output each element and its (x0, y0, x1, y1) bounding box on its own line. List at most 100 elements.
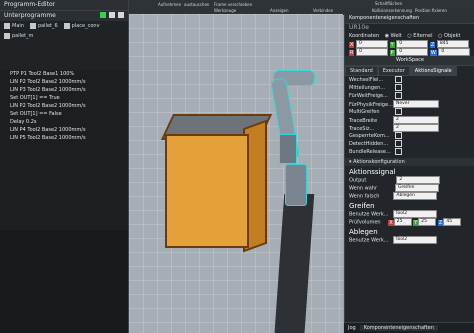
signal-checkbox[interactable] (395, 148, 402, 155)
signal-row: BundleRelease... (345, 148, 474, 156)
delete-icon[interactable] (118, 12, 124, 18)
ribbon-item-anzeigen[interactable]: Anzeigen (270, 8, 288, 13)
ribbon-item-verbinden[interactable]: Verbinden (313, 8, 333, 13)
editor-toolbar (100, 12, 124, 18)
signal-name: MultiGreifen (349, 109, 380, 115)
pruef-x[interactable]: 25 (393, 218, 412, 226)
props-header: Komponenteneigenschaften (345, 14, 474, 24)
routine-tab-pallet6[interactable]: pallet_6 (29, 23, 58, 29)
signal-value[interactable]: Never (393, 100, 439, 108)
program-line[interactable]: LIN P5 Tool2 Base2 1000mm/s (0, 134, 128, 142)
ribbon-item-schalt[interactable]: Schaltflächen (375, 1, 402, 6)
radio-objekt[interactable]: ○ Objekt (438, 33, 460, 39)
editor-title: Programm-Editor (0, 0, 128, 10)
tab-komponenteneigenschaften[interactable]: Komponenteneigenschaften (359, 325, 438, 331)
y-label: Y (389, 41, 395, 48)
radio-welt[interactable]: ◉ Welt (385, 33, 402, 39)
signal-name: FürWeitFreige... (349, 93, 388, 99)
add-icon[interactable] (100, 12, 106, 18)
robot-base[interactable] (285, 164, 307, 206)
signal-name: BundleRelease... (349, 149, 391, 155)
signal-name: DetectHidden... (349, 141, 389, 147)
x-label: X (349, 41, 355, 48)
wenn-falsch-field[interactable]: Ablegen (393, 192, 438, 200)
signal-checkbox[interactable] (395, 84, 402, 91)
benutze-row: Benutze Werk... Tool2 (345, 210, 474, 218)
ribbon-item-austauschen[interactable]: austauschen (184, 2, 209, 7)
coords-row: Koordinaten ◉ Welt ○ Elternel ○ Objekt (345, 32, 474, 40)
routine-tab-pallet-m[interactable]: pallet_m (4, 33, 33, 39)
signal-row: DetectHidden... (345, 140, 474, 148)
routine-tabs-2: pallet_m (0, 31, 128, 41)
signal-row: TraceSiz... 2 (345, 124, 474, 132)
program-editor-panel: Programm-Editor Unterprogramme Main pall… (0, 0, 129, 333)
y-field[interactable]: 0 (396, 40, 429, 48)
radio-elternel[interactable]: ○ Elternel (407, 33, 432, 39)
pallet-front (165, 134, 249, 248)
aktionssignal-title: Aktionssignal (349, 168, 396, 176)
signal-checkbox[interactable] (395, 108, 402, 115)
props-tabs: Standard Executor AktionsSignale (345, 66, 474, 76)
routine-icon (29, 23, 36, 29)
pruef-row: Prüfvolumen X 25 Y 25 Z 45 (345, 218, 474, 226)
signal-checkbox[interactable] (395, 92, 402, 99)
tab-jog[interactable]: Jog (344, 325, 360, 331)
program-line[interactable]: Set OUT[1] == False (0, 110, 128, 118)
program-line[interactable]: LIN P4 Tool2 Base2 1000mm/s (0, 126, 128, 134)
properties-panel: Komponenteneigenschaften UR10e Koordinat… (344, 14, 474, 333)
r-field[interactable]: 0 (356, 48, 389, 56)
routine-tab-main[interactable]: Main (4, 23, 24, 29)
edit-icon[interactable] (109, 12, 115, 18)
signal-checkbox[interactable] (395, 76, 402, 83)
ribbon-item-werkzeuge[interactable]: Werkzeuge (214, 8, 236, 13)
signal-checkbox[interactable] (395, 140, 402, 147)
signal-value[interactable]: 2 (393, 116, 439, 124)
ribbon-item-frame[interactable]: Frame verschieben (214, 2, 252, 7)
routine-icon (63, 23, 70, 29)
signal-row: GesperrteKom... (345, 132, 474, 140)
props-footer: Jog Komponenteneigenschaften (344, 322, 474, 333)
ribbon-item-kollision[interactable]: Kollisionserkennung (372, 8, 412, 13)
wenn-wahr-row: Wenn wahr Greifen (345, 184, 474, 192)
wenn-falsch-row: Wenn falsch Ablegen (345, 192, 474, 200)
workspace-label: WorkSpace (345, 56, 474, 66)
signal-row: WechselFlei... (345, 76, 474, 84)
greifen-title: Greifen (349, 202, 375, 210)
robot-tool[interactable] (279, 134, 297, 164)
program-line[interactable]: LIN P2 Tool2 Base2 1000mm/s (0, 78, 128, 86)
z-field[interactable]: 845 (436, 40, 469, 48)
pallet-box[interactable] (147, 114, 273, 254)
program-line[interactable]: LIN P2 Tool2 Base2 1000mm/s (0, 102, 128, 110)
routine-tab-place[interactable]: place_conv (63, 23, 100, 29)
pruef-y[interactable]: 25 (418, 218, 437, 226)
program-line[interactable]: Set OUT[1] == True (0, 94, 128, 102)
viewport-3d[interactable] (129, 14, 343, 333)
signal-row: FürPhysikFreige... Never (345, 100, 474, 108)
pruef-z[interactable]: 45 (443, 218, 462, 226)
program-line[interactable]: Delay 0.2s (0, 118, 128, 126)
tab-aktionssignale[interactable]: AktionsSignale (409, 66, 457, 76)
ablegen-benutze-row: Benutze Werk... Tool2 (345, 236, 474, 244)
ribbon-item-position[interactable]: Position fixieren (415, 8, 447, 13)
tab-standard[interactable]: Standard (345, 66, 378, 76)
ablegen-benutze-field[interactable]: Tool2 (392, 236, 437, 244)
p-field[interactable]: 0 (396, 48, 429, 56)
signal-name: GesperrteKom... (349, 133, 390, 139)
signal-row: MultiGreifen (345, 108, 474, 116)
tab-executor[interactable]: Executor (377, 66, 410, 76)
signal-checkbox[interactable] (395, 132, 402, 139)
routine-tabs: Main pallet_6 place_conv (0, 21, 128, 31)
signal-name: WechselFlei... (349, 77, 384, 83)
program-line[interactable]: LIN P3 Tool2 Base2 1000mm/s (0, 86, 128, 94)
p-label: P (389, 49, 395, 56)
wenn-wahr-field[interactable]: Greifen (395, 184, 440, 192)
ribbon-item-aufnehmen[interactable]: Aufnehmen (158, 2, 181, 7)
x-field[interactable]: 0 (356, 40, 389, 48)
output-field[interactable]: 2 (396, 176, 441, 184)
signal-value[interactable]: 2 (393, 124, 439, 132)
program-line[interactable]: PTP P1 Tool2 Base1 100% (0, 70, 128, 78)
benutze-field[interactable]: Tool2 (392, 210, 437, 218)
w-field[interactable]: 0 (438, 48, 471, 56)
w-label: W (429, 49, 437, 56)
xyz-row: X 0 Y 0 Z 845 (345, 40, 474, 48)
